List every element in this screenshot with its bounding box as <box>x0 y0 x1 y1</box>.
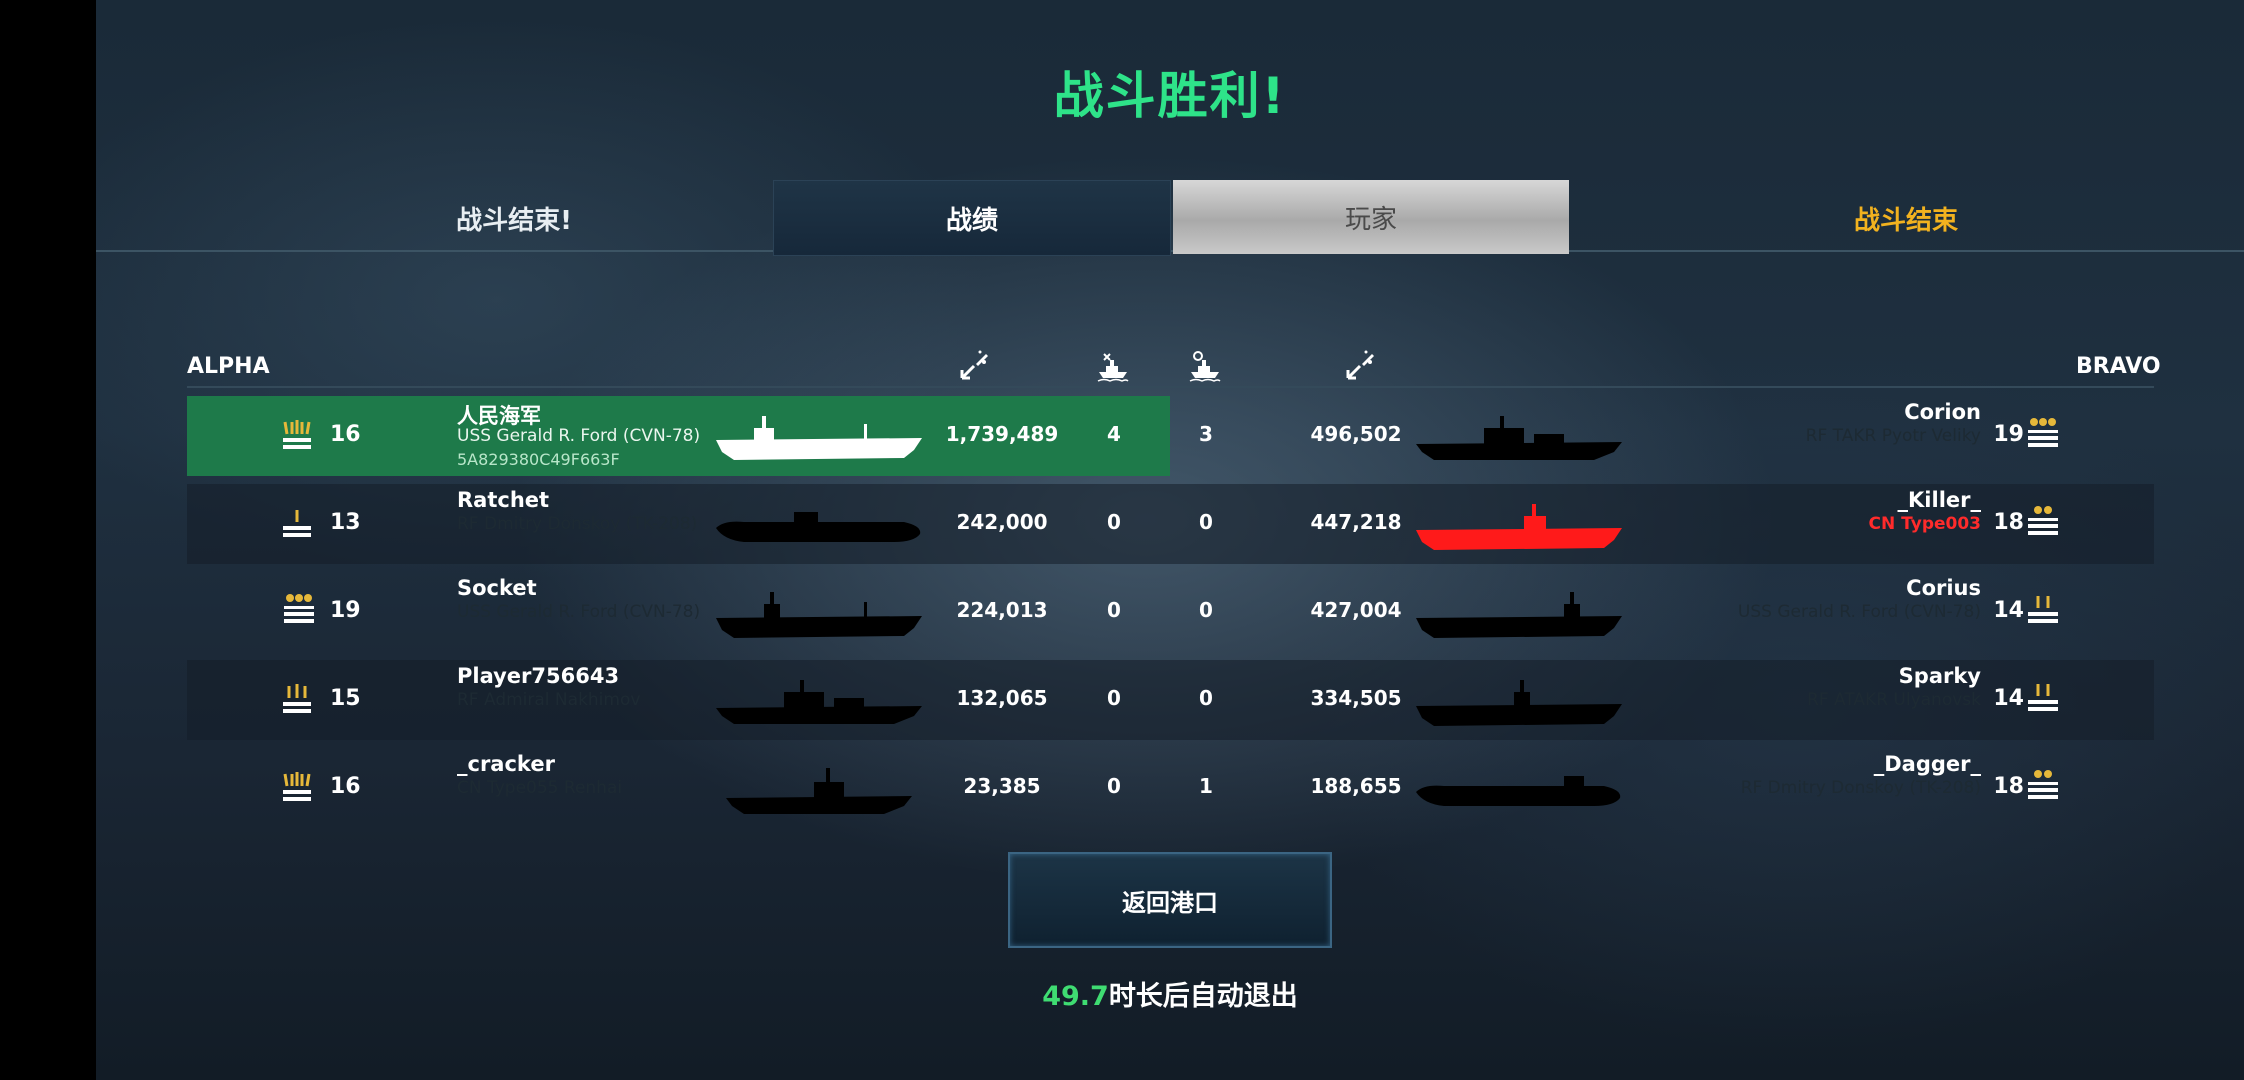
rank-insignia-icon <box>2028 770 2058 799</box>
ship-name: RF Admiral Nakhimov <box>457 690 641 710</box>
enemy-rank-number: 19 <box>1993 422 2024 447</box>
rank-insignia-icon <box>283 510 311 537</box>
ships-assisted: 0 <box>1199 598 1213 622</box>
ships-assisted-icon <box>1189 351 1221 382</box>
enemy-player-name: _Killer_ <box>1897 488 1981 512</box>
battle-result-screen: 战斗胜利! 战斗结束! 战绩 玩家 战斗结束 ALPHA BRAVO 16 人民… <box>96 0 2244 1080</box>
enemy-rank-number: 18 <box>1993 510 2024 535</box>
header-divider <box>187 386 2154 388</box>
enemy-ship-name: RF Dmitry Donskoy (TK-208) <box>1740 778 1981 798</box>
ships-sunk-icon <box>1097 353 1129 382</box>
damage-dealt: 1,739,489 <box>945 422 1059 446</box>
rank-number: 15 <box>330 686 361 711</box>
cruiser-silhouette <box>716 680 922 724</box>
destroyer-silhouette <box>726 768 912 814</box>
damage-taken: 496,502 <box>1310 422 1402 446</box>
enemy-ship-name: RF ATAKR Ulyanovsk <box>1807 690 1981 710</box>
ship-name: USS Gerald R. Ford (CVN-78) <box>457 602 701 622</box>
rank-insignia-icon <box>2028 418 2058 447</box>
enemy-player-name: Corius <box>1906 576 1981 600</box>
aircraft-carrier-silhouette-red <box>1416 504 1622 550</box>
enemy-ship-name: USS Gerald R. Ford (CVN-78) <box>1737 602 1981 622</box>
rank-insignia-icon <box>2028 596 2058 623</box>
return-to-port-button[interactable]: 返回港口 <box>1008 852 1332 948</box>
cruiser-silhouette <box>1416 416 1622 460</box>
player-name: Socket <box>457 576 537 600</box>
aircraft-carrier-silhouette <box>1416 680 1622 726</box>
auto-exit-countdown: 49.7时长后自动退出 <box>96 974 2244 1013</box>
table-row[interactable]: 15 Player756643 RF Admiral Nakhimov 132,… <box>96 660 2244 740</box>
submarine-silhouette <box>1416 776 1621 806</box>
rank-insignia-icon <box>284 594 314 623</box>
tab-players-label: 玩家 <box>1344 204 1397 235</box>
damage-taken: 334,505 <box>1310 686 1402 710</box>
damage-dealt: 224,013 <box>956 598 1048 622</box>
player-name: _cracker <box>457 752 555 776</box>
rank-insignia-icon <box>283 420 311 449</box>
damage-dealt: 23,385 <box>963 774 1041 798</box>
rank-number: 19 <box>330 598 361 623</box>
team-alpha-label: ALPHA <box>187 354 270 379</box>
player-id: 5A829380C49F663F <box>457 450 620 469</box>
player-name: Player756643 <box>457 664 620 688</box>
ships-assisted: 0 <box>1199 510 1213 534</box>
return-to-port-label: 返回港口 <box>1122 888 1218 917</box>
victory-title: 战斗胜利! <box>1053 67 1287 125</box>
enemy-ship-name: RF TAKR Pyotr Veliky <box>1805 426 1981 446</box>
enemy-ship-name: CN Type003 <box>1868 514 1981 534</box>
table-row[interactable]: 16 _cracker CN Type055 Renhai 23,385 0 1… <box>96 748 2244 828</box>
rank-insignia-icon <box>283 684 311 713</box>
ships-assisted: 1 <box>1199 774 1213 798</box>
player-name: Ratchet <box>457 488 550 512</box>
team-bravo-label: BRAVO <box>2076 354 2161 379</box>
aircraft-carrier-silhouette <box>716 592 922 638</box>
damage-dealt: 132,065 <box>956 686 1048 710</box>
rank-number: 16 <box>330 774 361 799</box>
ships-assisted: 0 <box>1199 686 1213 710</box>
table-row[interactable]: 16 人民海军 USS Gerald R. Ford (CVN-78) 5A82… <box>96 396 2244 476</box>
tab-players[interactable]: 玩家 <box>1173 180 1569 254</box>
ships-assisted: 3 <box>1199 422 1213 446</box>
rank-number: 13 <box>330 510 361 535</box>
rank-insignia-icon <box>283 772 311 801</box>
ships-sunk: 0 <box>1107 598 1121 622</box>
ship-name: USS Gerald R. Ford (CVN-78) <box>457 426 701 446</box>
ships-sunk: 0 <box>1107 510 1121 534</box>
enemy-player-name: Corion <box>1904 400 1981 424</box>
enemy-rank-number: 18 <box>1993 774 2024 799</box>
table-row[interactable]: 13 Ratchet RF Dmitry Donskoy (TK-208) 24… <box>96 484 2244 564</box>
damage-taken-icon <box>1346 350 1374 380</box>
battle-over-label-right: 战斗结束 <box>1853 206 1958 236</box>
damage-dealt-icon <box>960 350 988 380</box>
screen-left-black-bar <box>0 0 96 1080</box>
tab-stats-label: 战绩 <box>945 205 998 236</box>
submarine-silhouette <box>716 512 921 542</box>
enemy-player-name: Sparky <box>1898 664 1981 688</box>
damage-taken: 188,655 <box>1310 774 1402 798</box>
tab-stats[interactable]: 战绩 <box>773 180 1171 256</box>
enemy-rank-number: 14 <box>1993 686 2024 711</box>
aircraft-carrier-silhouette <box>716 416 922 460</box>
countdown-seconds: 49.7 <box>1042 981 1109 1012</box>
damage-taken: 447,218 <box>1310 510 1402 534</box>
damage-dealt: 242,000 <box>956 510 1048 534</box>
ships-sunk: 0 <box>1107 686 1121 710</box>
enemy-rank-number: 14 <box>1993 598 2024 623</box>
ship-name: RF Dmitry Donskoy (TK-208) <box>457 514 698 534</box>
countdown-text: 时长后自动退出 <box>1108 981 1298 1012</box>
enemy-player-name: _Dagger_ <box>1873 752 1981 776</box>
battle-over-label: 战斗结束! <box>456 206 572 236</box>
damage-taken: 427,004 <box>1310 598 1402 622</box>
rank-number: 16 <box>330 422 361 447</box>
table-row[interactable]: 19 Socket USS Gerald R. Ford (CVN-78) 22… <box>96 572 2244 652</box>
ship-name: CN Type055 Renhai <box>457 778 623 798</box>
ships-sunk: 0 <box>1107 774 1121 798</box>
rank-insignia-icon <box>2028 506 2058 535</box>
rank-insignia-icon <box>2028 684 2058 711</box>
aircraft-carrier-silhouette <box>1416 592 1622 638</box>
ships-sunk: 4 <box>1107 422 1121 446</box>
